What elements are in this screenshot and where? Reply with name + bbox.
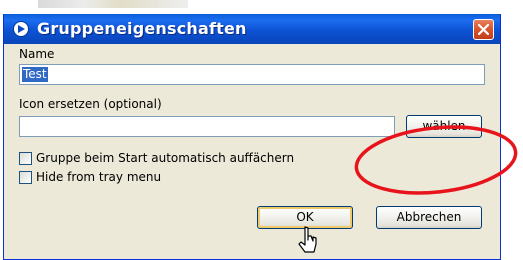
icon-path-field[interactable] <box>19 116 395 137</box>
background-window-toolbar <box>38 0 188 8</box>
cancel-button[interactable]: Abbrechen <box>376 206 482 229</box>
dialog-title: Gruppeneigenschaften <box>37 19 247 38</box>
choose-button[interactable]: wählen <box>406 115 482 138</box>
expand-on-start-label: Gruppe beim Start automatisch auffächern <box>36 151 295 165</box>
hide-from-tray-checkbox[interactable] <box>19 171 32 184</box>
group-properties-dialog: Gruppeneigenschaften Name Test Icon erse… <box>3 14 501 260</box>
name-label: Name <box>19 47 55 61</box>
circle-arrow-icon <box>13 21 29 37</box>
ok-button[interactable]: OK <box>257 206 353 229</box>
close-icon <box>478 24 489 35</box>
expand-on-start-checkbox[interactable] <box>19 152 32 165</box>
icon-label: Icon ersetzen (optional) <box>19 97 162 111</box>
hide-from-tray-label: Hide from tray menu <box>36 170 162 184</box>
background-window-strip <box>0 0 523 14</box>
name-field-value: Test <box>22 67 48 82</box>
name-field[interactable]: Test <box>19 64 485 85</box>
title-bar[interactable]: Gruppeneigenschaften <box>4 14 500 44</box>
close-button[interactable] <box>473 19 494 40</box>
dialog-body: Name Test Icon ersetzen (optional) wähle… <box>4 44 500 259</box>
